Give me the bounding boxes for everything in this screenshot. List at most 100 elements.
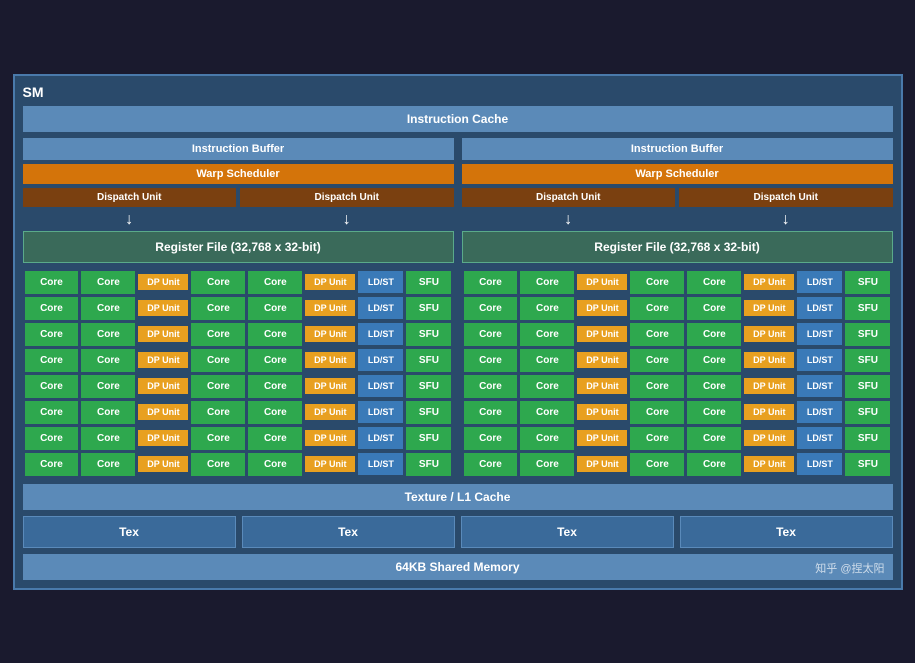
dp-unit-cell: DP Unit — [577, 352, 627, 369]
core-cell: Core — [191, 323, 245, 346]
core-cell: Core — [81, 427, 135, 450]
core-cell: Core — [248, 401, 302, 424]
right-dispatch-unit-1: Dispatch Unit — [462, 188, 676, 207]
sfu-cell: SFU — [406, 375, 451, 398]
dp-unit-cell: DP Unit — [744, 456, 794, 473]
core-cell: Core — [520, 427, 574, 450]
core-row: CoreCoreDP UnitCoreCoreDP UnitLD/STSFU — [25, 453, 452, 476]
core-cell: Core — [687, 375, 741, 398]
core-cell: Core — [248, 375, 302, 398]
core-cell: Core — [248, 349, 302, 372]
core-row: CoreCoreDP UnitCoreCoreDP UnitLD/STSFU — [464, 297, 891, 320]
dp-unit-cell: DP Unit — [138, 378, 188, 395]
core-cell: Core — [464, 349, 518, 372]
dp-unit-cell: DP Unit — [305, 430, 355, 447]
core-cell: Core — [630, 453, 684, 476]
core-cell: Core — [248, 297, 302, 320]
core-cell: Core — [81, 271, 135, 294]
core-cell: Core — [630, 271, 684, 294]
core-cell: Core — [630, 349, 684, 372]
ld-st-cell: LD/ST — [358, 323, 403, 345]
dp-unit-cell: DP Unit — [305, 378, 355, 395]
tex-unit-2: Tex — [242, 516, 455, 548]
sfu-cell: SFU — [845, 297, 890, 320]
sfu-cell: SFU — [406, 427, 451, 450]
left-instruction-buffer: Instruction Buffer — [23, 138, 454, 160]
dp-unit-cell: DP Unit — [577, 274, 627, 291]
ld-st-cell: LD/ST — [797, 401, 842, 423]
core-cell: Core — [687, 297, 741, 320]
core-row: CoreCoreDP UnitCoreCoreDP UnitLD/STSFU — [25, 401, 452, 424]
ld-st-cell: LD/ST — [797, 323, 842, 345]
core-cell: Core — [630, 323, 684, 346]
right-arrow-1: ↓ — [462, 211, 676, 229]
sfu-cell: SFU — [845, 453, 890, 476]
right-arrows: ↓ ↓ — [462, 211, 893, 229]
right-arrow-2: ↓ — [679, 211, 893, 229]
sfu-cell: SFU — [406, 453, 451, 476]
sfu-cell: SFU — [845, 323, 890, 346]
core-cell: Core — [25, 401, 79, 424]
core-row: CoreCoreDP UnitCoreCoreDP UnitLD/STSFU — [25, 375, 452, 398]
dp-unit-cell: DP Unit — [744, 300, 794, 317]
core-row: CoreCoreDP UnitCoreCoreDP UnitLD/STSFU — [25, 297, 452, 320]
ld-st-cell: LD/ST — [358, 297, 403, 319]
core-cell: Core — [464, 271, 518, 294]
dp-unit-cell: DP Unit — [744, 430, 794, 447]
core-cell: Core — [520, 271, 574, 294]
left-dispatch-unit-2: Dispatch Unit — [240, 188, 454, 207]
core-cell: Core — [81, 401, 135, 424]
core-cell: Core — [464, 375, 518, 398]
sfu-cell: SFU — [406, 271, 451, 294]
core-row: CoreCoreDP UnitCoreCoreDP UnitLD/STSFU — [25, 427, 452, 450]
ld-st-cell: LD/ST — [797, 453, 842, 475]
core-row: CoreCoreDP UnitCoreCoreDP UnitLD/STSFU — [464, 401, 891, 424]
shared-memory: 64KB Shared Memory — [23, 554, 893, 580]
tex-unit-4: Tex — [680, 516, 893, 548]
texture-cache: Texture / L1 Cache — [23, 484, 893, 510]
dp-unit-cell: DP Unit — [744, 326, 794, 343]
sm-label: SM — [23, 84, 893, 100]
dp-unit-cell: DP Unit — [577, 326, 627, 343]
core-row: CoreCoreDP UnitCoreCoreDP UnitLD/STSFU — [464, 271, 891, 294]
tex-row: Tex Tex Tex Tex — [23, 516, 893, 548]
left-dispatch-row: Dispatch Unit Dispatch Unit — [23, 188, 454, 207]
left-arrows: ↓ ↓ — [23, 211, 454, 229]
instruction-cache: Instruction Cache — [23, 106, 893, 132]
core-cell: Core — [520, 323, 574, 346]
core-cell: Core — [687, 401, 741, 424]
core-cell: Core — [81, 453, 135, 476]
core-cell: Core — [25, 349, 79, 372]
core-cell: Core — [464, 297, 518, 320]
watermark: 知乎 @捏太阳 — [815, 560, 884, 576]
two-halves: Instruction Buffer Warp Scheduler Dispat… — [23, 138, 893, 478]
core-cell: Core — [248, 271, 302, 294]
left-dispatch-unit-1: Dispatch Unit — [23, 188, 237, 207]
dp-unit-cell: DP Unit — [138, 352, 188, 369]
left-arrow-1: ↓ — [23, 211, 237, 229]
core-row: CoreCoreDP UnitCoreCoreDP UnitLD/STSFU — [464, 453, 891, 476]
sfu-cell: SFU — [406, 297, 451, 320]
core-cell: Core — [687, 349, 741, 372]
core-row: CoreCoreDP UnitCoreCoreDP UnitLD/STSFU — [464, 375, 891, 398]
core-cell: Core — [25, 453, 79, 476]
core-row: CoreCoreDP UnitCoreCoreDP UnitLD/STSFU — [25, 271, 452, 294]
dp-unit-cell: DP Unit — [305, 274, 355, 291]
right-warp-scheduler: Warp Scheduler — [462, 164, 893, 184]
sfu-cell: SFU — [845, 349, 890, 372]
core-cell: Core — [687, 323, 741, 346]
core-cell: Core — [520, 349, 574, 372]
ld-st-cell: LD/ST — [358, 271, 403, 293]
dp-unit-cell: DP Unit — [138, 456, 188, 473]
core-cell: Core — [687, 453, 741, 476]
ld-st-cell: LD/ST — [358, 453, 403, 475]
core-cell: Core — [464, 453, 518, 476]
dp-unit-cell: DP Unit — [305, 300, 355, 317]
sfu-cell: SFU — [845, 375, 890, 398]
core-cell: Core — [464, 427, 518, 450]
core-cell: Core — [464, 323, 518, 346]
core-cell: Core — [520, 375, 574, 398]
core-cell: Core — [81, 297, 135, 320]
dp-unit-cell: DP Unit — [138, 404, 188, 421]
core-cell: Core — [191, 375, 245, 398]
